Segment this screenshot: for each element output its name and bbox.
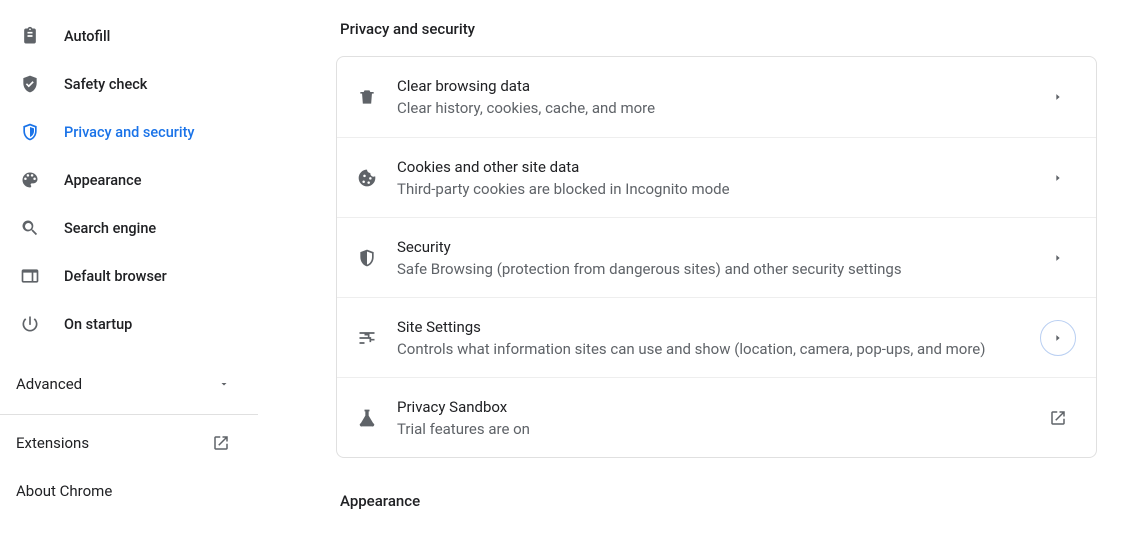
row-subtitle: Trial features are on xyxy=(397,418,1040,440)
browser-window-icon xyxy=(20,266,40,286)
row-title: Privacy Sandbox xyxy=(397,396,1040,418)
row-cookies[interactable]: Cookies and other site data Third-party … xyxy=(337,137,1096,217)
privacy-card: Clear browsing data Clear history, cooki… xyxy=(336,56,1097,458)
shield-check-icon xyxy=(20,74,40,94)
sidebar-item-privacy-security[interactable]: Privacy and security xyxy=(0,112,258,152)
trash-icon xyxy=(357,87,377,107)
sidebar-item-default-browser[interactable]: Default browser xyxy=(0,256,258,296)
clipboard-icon xyxy=(20,26,40,46)
sidebar-item-label: Privacy and security xyxy=(64,124,195,141)
sidebar-item-label: Appearance xyxy=(64,172,141,189)
row-site-settings[interactable]: Site Settings Controls what information … xyxy=(337,297,1096,377)
row-title: Clear browsing data xyxy=(397,75,1040,97)
sidebar-advanced-label: Advanced xyxy=(16,375,82,393)
sidebar: Autofill Safety check Privacy and securi… xyxy=(0,0,258,560)
chevron-right-icon xyxy=(1040,79,1076,115)
row-subtitle: Safe Browsing (protection from dangerous… xyxy=(397,258,1040,280)
sidebar-item-label: On startup xyxy=(64,316,132,333)
row-security[interactable]: Security Safe Browsing (protection from … xyxy=(337,217,1096,297)
sidebar-about-label: About Chrome xyxy=(16,482,112,500)
sidebar-extensions-label: Extensions xyxy=(16,434,89,452)
sidebar-item-extensions[interactable]: Extensions xyxy=(0,419,258,467)
open-external-icon xyxy=(1040,400,1076,436)
sidebar-item-label: Safety check xyxy=(64,76,147,93)
shield-icon xyxy=(357,248,377,268)
row-clear-browsing-data[interactable]: Clear browsing data Clear history, cooki… xyxy=(337,57,1096,137)
chevron-right-icon xyxy=(1040,240,1076,276)
search-icon xyxy=(20,218,40,238)
palette-icon xyxy=(20,170,40,190)
chevron-right-icon xyxy=(1040,320,1076,356)
sidebar-item-appearance[interactable]: Appearance xyxy=(0,160,258,200)
sidebar-advanced-toggle[interactable]: Advanced xyxy=(0,360,258,408)
main-content: Privacy and security Clear browsing data… xyxy=(258,0,1135,560)
section-title-appearance: Appearance xyxy=(336,458,1097,528)
row-privacy-sandbox[interactable]: Privacy Sandbox Trial features are on xyxy=(337,377,1096,457)
row-subtitle: Third-party cookies are blocked in Incog… xyxy=(397,178,1040,200)
sidebar-item-safety-check[interactable]: Safety check xyxy=(0,64,258,104)
shield-icon xyxy=(20,122,40,142)
sidebar-item-label: Search engine xyxy=(64,220,156,237)
flask-icon xyxy=(357,408,377,428)
cookie-icon xyxy=(357,168,377,188)
sidebar-item-search-engine[interactable]: Search engine xyxy=(0,208,258,248)
sliders-icon xyxy=(357,328,377,348)
chevron-right-icon xyxy=(1040,160,1076,196)
section-title-privacy: Privacy and security xyxy=(336,0,1097,56)
sidebar-item-about-chrome[interactable]: About Chrome xyxy=(0,467,258,515)
row-title: Security xyxy=(397,236,1040,258)
sidebar-divider xyxy=(0,414,258,415)
row-title: Cookies and other site data xyxy=(397,156,1040,178)
sidebar-item-label: Autofill xyxy=(64,28,110,45)
caret-down-icon xyxy=(218,378,230,390)
sidebar-item-autofill[interactable]: Autofill xyxy=(0,16,258,56)
row-subtitle: Controls what information sites can use … xyxy=(397,338,1040,360)
row-subtitle: Clear history, cookies, cache, and more xyxy=(397,97,1040,119)
row-title: Site Settings xyxy=(397,316,1040,338)
power-icon xyxy=(20,314,40,334)
sidebar-item-label: Default browser xyxy=(64,268,167,285)
open-external-icon xyxy=(212,434,230,452)
sidebar-item-on-startup[interactable]: On startup xyxy=(0,304,258,344)
